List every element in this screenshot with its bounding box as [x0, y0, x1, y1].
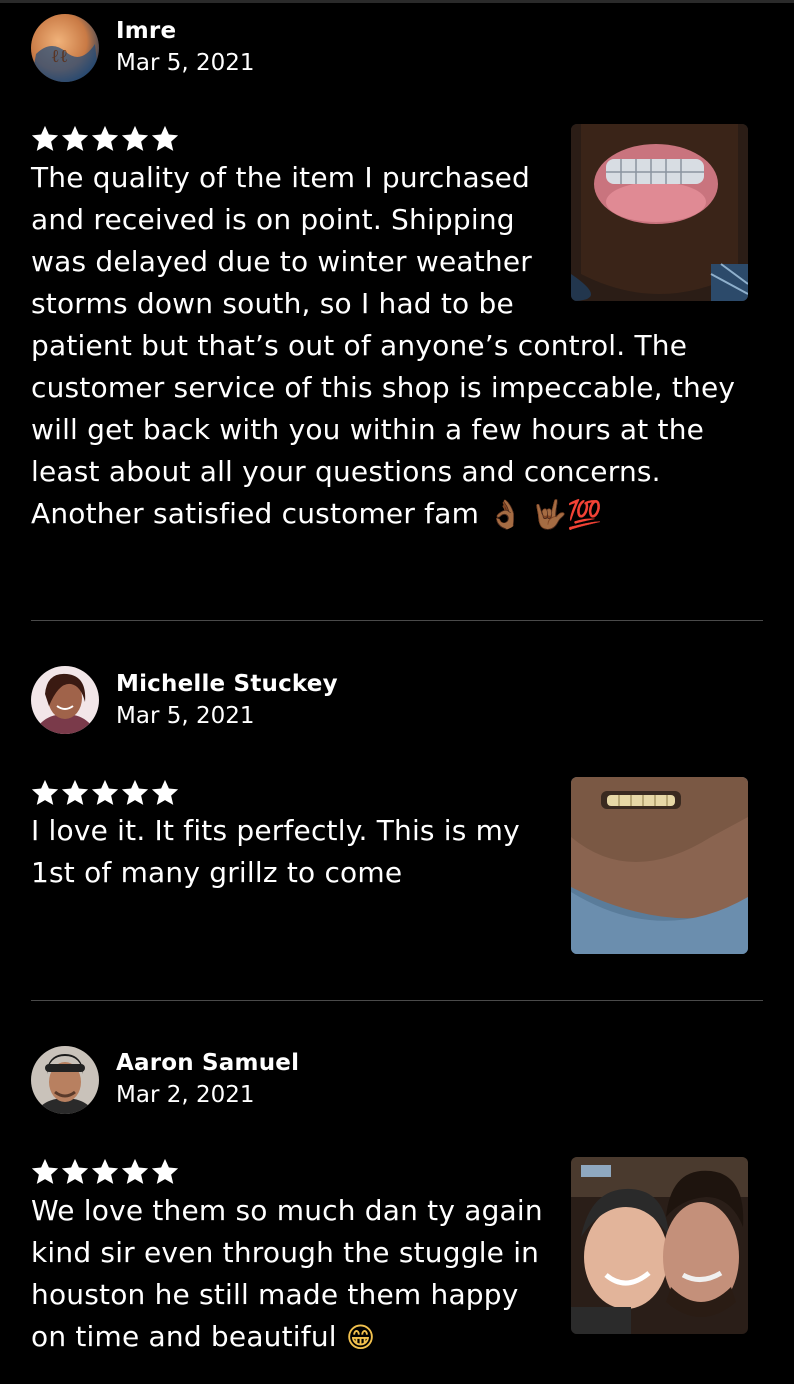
reviewer-name[interactable]: Aaron Samuel	[116, 1050, 299, 1076]
star-icon	[151, 1158, 179, 1184]
star-icon	[91, 125, 119, 151]
star-icon	[61, 1158, 89, 1184]
star-icon	[121, 1158, 149, 1184]
star-icon	[31, 1158, 59, 1184]
review-text-block: I love it. It fits perfectly. This is my…	[31, 810, 766, 960]
star-icon	[121, 779, 149, 805]
reviewer-name[interactable]: Michelle Stuckey	[116, 671, 338, 697]
star-icon	[121, 125, 149, 151]
star-icon	[61, 125, 89, 151]
star-rating	[30, 778, 180, 808]
divider	[31, 620, 763, 621]
star-icon	[31, 125, 59, 151]
review-text-block: We love them so much dan ty again kind s…	[31, 1190, 766, 1359]
review-text: I love it. It fits perfectly. This is my…	[31, 814, 520, 889]
svg-text:ℓℓ: ℓℓ	[51, 46, 68, 67]
star-icon	[61, 779, 89, 805]
review-date: Mar 2, 2021	[116, 1082, 255, 1108]
star-icon	[151, 779, 179, 805]
avatar[interactable]	[31, 1046, 99, 1114]
star-icon	[91, 1158, 119, 1184]
review-text-block: The quality of the item I purchased and …	[31, 157, 766, 536]
avatar[interactable]: ℓℓ	[31, 14, 99, 82]
star-icon	[151, 125, 179, 151]
divider	[31, 1000, 763, 1001]
review-date: Mar 5, 2021	[116, 703, 255, 729]
emoji-trail: 😁	[345, 1321, 376, 1354]
star-icon	[31, 779, 59, 805]
review-date: Mar 5, 2021	[116, 50, 255, 76]
top-border	[0, 0, 794, 3]
star-rating	[30, 1157, 180, 1187]
emoji-trail: 👌🏾 🤟🏾💯	[488, 498, 603, 531]
review-text: We love them so much dan ty again kind s…	[31, 1194, 543, 1353]
avatar[interactable]	[31, 666, 99, 734]
reviewer-name[interactable]: Imre	[116, 18, 176, 44]
star-rating	[30, 124, 180, 154]
star-icon	[91, 779, 119, 805]
